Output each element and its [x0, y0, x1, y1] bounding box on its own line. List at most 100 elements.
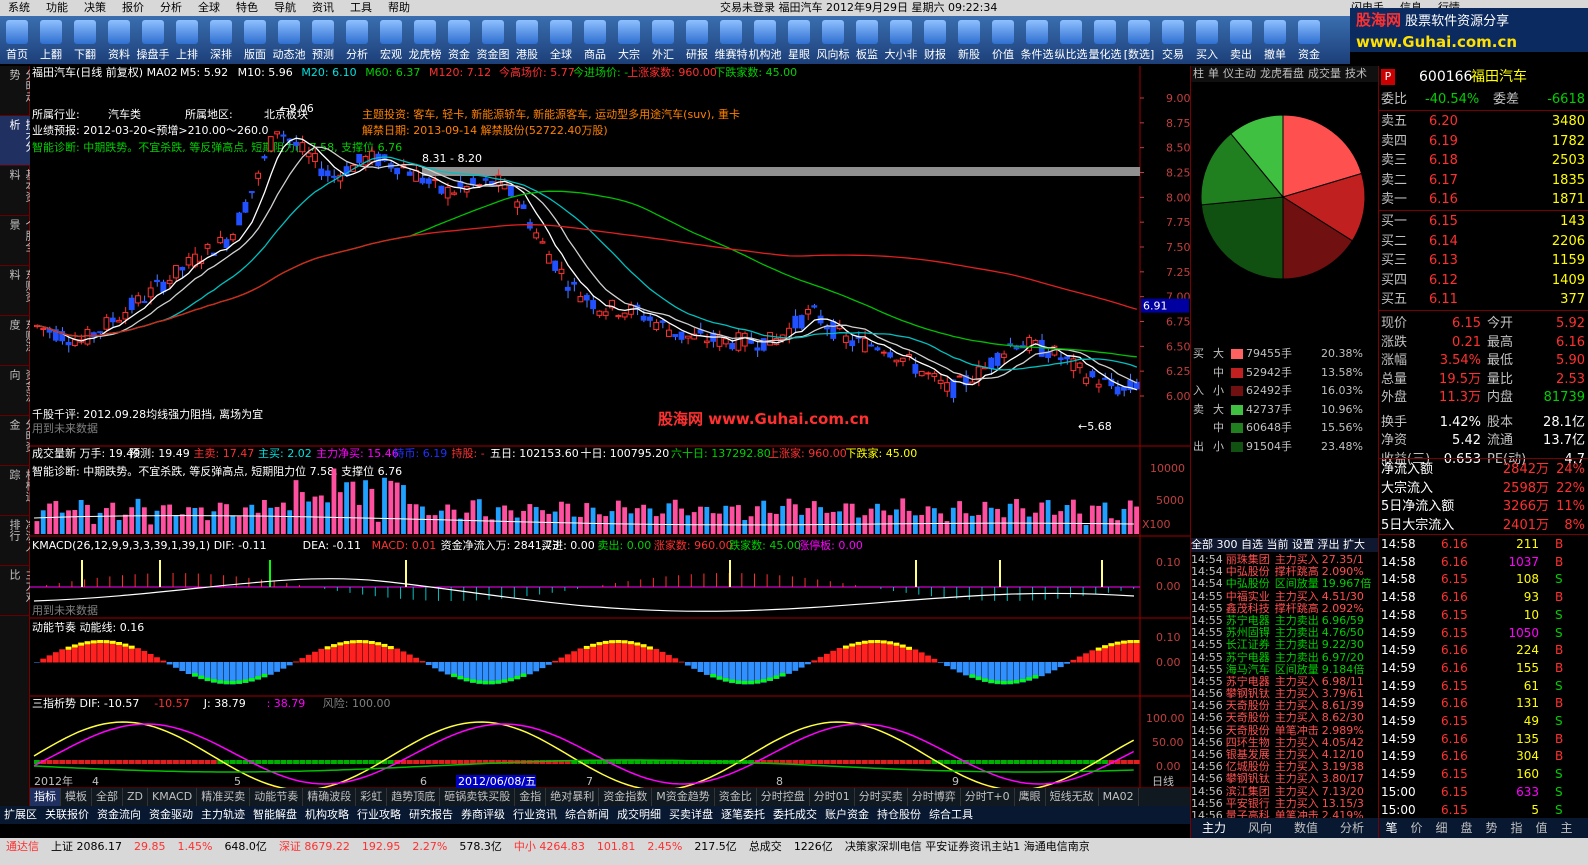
menu-item[interactable]: 资讯 — [304, 0, 342, 16]
menu-item[interactable]: 导航 — [266, 0, 304, 16]
toolbar-button[interactable]: 上翻 — [34, 16, 68, 64]
extension-tab[interactable]: 扩展区 — [0, 806, 41, 824]
indicator-tab[interactable]: M资金趋势 — [652, 788, 715, 806]
radar-row[interactable]: 14:56 天奇股份 单笔冲击 2.989% — [1191, 725, 1379, 737]
panel-tab[interactable]: 单 — [1206, 67, 1221, 80]
quote-tab[interactable]: 指 — [1504, 818, 1529, 838]
panel-tab[interactable]: 柱 — [1191, 67, 1206, 80]
radar-row[interactable]: 14:55 鑫茂科技 撑杆跳高 2.092% — [1191, 603, 1379, 615]
menu-item[interactable]: 报价 — [114, 0, 152, 16]
panel-bottom-tab[interactable]: 数值 — [1283, 818, 1329, 838]
toolbar-button[interactable]: 研报 — [680, 16, 714, 64]
indicator-tab[interactable]: 分时T+0 — [961, 788, 1015, 806]
toolbar-button[interactable]: 纵比选 — [1054, 16, 1088, 64]
indicator-tab[interactable]: 指标 — [30, 788, 61, 806]
toolbar-button[interactable]: 星眼 — [782, 16, 816, 64]
toolbar-button[interactable]: 卖出 — [1224, 16, 1258, 64]
radar-row[interactable]: 14:55 苏宁电器 主力卖出 6.96/59 — [1191, 615, 1379, 627]
toolbar-button[interactable]: 宏观 — [374, 16, 408, 64]
indicator-tab[interactable]: 短线无敌 — [1046, 788, 1099, 806]
indicator-tab[interactable]: 绝对暴利 — [546, 788, 600, 806]
quote-tab[interactable]: 盘 — [1454, 818, 1479, 838]
radar-row[interactable]: 14:54 中弘股份 区间放量 19.967倍 — [1191, 578, 1379, 590]
extension-tab[interactable]: 买卖详盘 — [665, 806, 717, 824]
kline-chart-area[interactable]: 福田汽车(日线 前复权) MA02 M5: 5.92 M10: 5.96 M20: 6… — [30, 66, 1190, 788]
indicator-tab[interactable]: 资金指数 — [599, 788, 653, 806]
radar-row[interactable]: 14:56 平安银行 主力买入 13.15/3 — [1191, 798, 1379, 810]
menu-item[interactable]: 工具 — [342, 0, 380, 16]
toolbar-button[interactable]: 商品 — [578, 16, 612, 64]
quote-tab[interactable]: 笔 — [1379, 818, 1404, 838]
quote-tab[interactable]: 价 — [1404, 818, 1429, 838]
toolbar-button[interactable]: 风向标 — [816, 16, 850, 64]
toolbar-button[interactable]: 买入 — [1190, 16, 1224, 64]
menu-item[interactable]: 分析 — [152, 0, 190, 16]
indicator-tab[interactable]: 趋势顶底 — [387, 788, 441, 806]
menu-item[interactable]: 决策 — [76, 0, 114, 16]
toolbar-button[interactable]: 资金 — [442, 16, 476, 64]
toolbar-button[interactable]: 全球 — [544, 16, 578, 64]
toolbar-button[interactable]: 资料 — [102, 16, 136, 64]
extension-tab[interactable]: 行业攻略 — [353, 806, 405, 824]
panel-bottom-tab[interactable]: 风向 — [1237, 818, 1283, 838]
extension-tab[interactable]: 资金驱动 — [145, 806, 197, 824]
panel-tab[interactable]: 技术 — [1343, 67, 1369, 80]
menu-item[interactable]: 帮助 — [380, 0, 418, 16]
extension-tab[interactable]: 综合工具 — [925, 806, 977, 824]
radar-row[interactable]: 14:56 四环生物 主力买入 4.05/42 — [1191, 737, 1379, 749]
toolbar-button[interactable]: [数选] — [1122, 16, 1156, 64]
radar-row[interactable]: 14:56 攀钢钒钛 主力买入 3.79/61 — [1191, 688, 1379, 700]
extension-tab[interactable]: 机构攻略 — [301, 806, 353, 824]
toolbar-button[interactable]: 大宗 — [612, 16, 646, 64]
toolbar-button[interactable]: 量化选 — [1088, 16, 1122, 64]
kline-chart[interactable]: 福田汽车(日线 前复权) MA02 M5: 5.92 M10: 5.96 M20: 6… — [30, 66, 1190, 788]
toolbar-button[interactable]: 首页 — [0, 16, 34, 64]
extension-tab[interactable]: 智能解盘 — [249, 806, 301, 824]
quote-tab[interactable]: 势 — [1479, 818, 1504, 838]
panel-tab[interactable]: 龙虎看盘 — [1258, 67, 1306, 80]
toolbar-button[interactable]: 下翻 — [68, 16, 102, 64]
indicator-tab[interactable]: 全部 — [92, 788, 123, 806]
indicator-tab[interactable]: 精准买卖 — [197, 788, 251, 806]
panel-bottom-tab[interactable]: 分析 — [1329, 818, 1375, 838]
indicator-tab[interactable]: 分时控盘 — [757, 788, 810, 806]
indicator-tab[interactable]: 金指 — [515, 788, 547, 806]
extension-tab[interactable]: 账户资金 — [821, 806, 873, 824]
toolbar-button[interactable]: 动态池 — [272, 16, 306, 64]
radar-row[interactable]: 14:56 攀钢钒钛 主力买入 3.80/17 — [1191, 773, 1379, 785]
toolbar-button[interactable]: 财报 — [918, 16, 952, 64]
extension-tab[interactable]: 研究报告 — [405, 806, 457, 824]
toolbar-button[interactable]: 板监 — [850, 16, 884, 64]
indicator-tab[interactable]: 砸锅卖铁买股 — [440, 788, 516, 806]
extension-tab[interactable]: 逐笔委托 — [717, 806, 769, 824]
extension-tab[interactable]: 券商评级 — [457, 806, 509, 824]
toolbar-button[interactable]: 版面 — [238, 16, 272, 64]
toolbar-button[interactable]: 外汇 — [646, 16, 680, 64]
radar-row[interactable]: 14:56 亿城股份 主力买入 3.19/38 — [1191, 761, 1379, 773]
toolbar-button[interactable]: 龙虎榜 — [408, 16, 442, 64]
indicator-tab[interactable]: 动能节奏 — [250, 788, 304, 806]
panel-tab[interactable]: 仪主动 — [1221, 67, 1258, 80]
quote-tab[interactable]: 细 — [1429, 818, 1454, 838]
toolbar-button[interactable]: 港股 — [510, 16, 544, 64]
radar-row[interactable]: 14:55 中福实业 主力买入 4.51/30 — [1191, 591, 1379, 603]
radar-row[interactable]: 14:56 银基发展 主力买入 4.12/10 — [1191, 749, 1379, 761]
radar-row[interactable]: 14:56 滨江集团 主力买入 7.13/20 — [1191, 786, 1379, 798]
indicator-tab[interactable]: 分时01 — [810, 788, 855, 806]
radar-tabs[interactable]: 全部 300 自选 当前 设置 浮出 扩大 — [1191, 538, 1379, 552]
radar-row[interactable]: 14:54 中弘股份 撑杆跳高 2.090% — [1191, 566, 1379, 578]
radar-row[interactable]: 14:55 苏州固锝 主力卖出 4.76/50 — [1191, 627, 1379, 639]
indicator-tab[interactable]: 分时博弈 — [908, 788, 961, 806]
indicator-tab[interactable]: 鹰眼 — [1015, 788, 1046, 806]
quote-tab[interactable]: 主 — [1554, 818, 1579, 838]
extension-tab[interactable]: 综合新闻 — [561, 806, 613, 824]
extension-tab[interactable]: 关联报价 — [41, 806, 93, 824]
menu-item[interactable]: 全球 — [190, 0, 228, 16]
radar-row[interactable]: 14:55 长江证券 主力卖出 9.22/30 — [1191, 639, 1379, 651]
indicator-tab[interactable]: 模板 — [61, 788, 92, 806]
extension-tab[interactable]: 成交明细 — [613, 806, 665, 824]
quote-tab[interactable]: 值 — [1529, 818, 1554, 838]
indicator-tab[interactable]: 精确波段 — [303, 788, 357, 806]
toolbar-button[interactable]: 交易 — [1156, 16, 1190, 64]
toolbar-button[interactable]: 操盘手 — [136, 16, 170, 64]
